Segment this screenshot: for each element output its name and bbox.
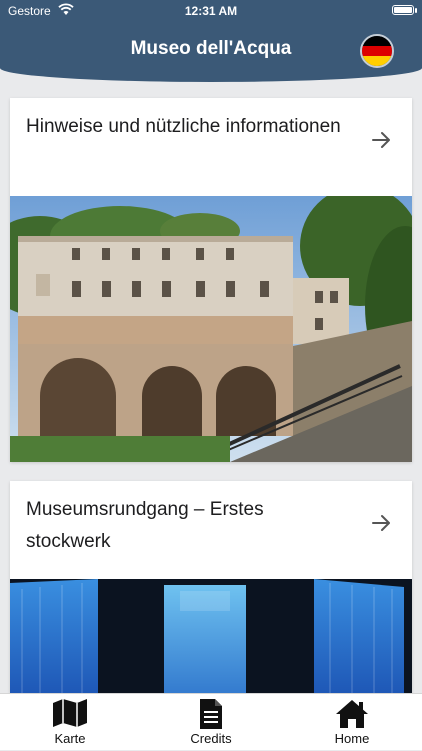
- tab-label: Credits: [190, 731, 232, 746]
- document-icon: [200, 699, 222, 729]
- tab-credits[interactable]: Credits: [141, 694, 281, 751]
- tab-bar: Karte Credits Home: [0, 693, 422, 750]
- tab-label: Home: [334, 731, 370, 746]
- german-flag-icon[interactable]: [360, 34, 394, 68]
- home-icon: [336, 700, 368, 728]
- map-icon: [53, 699, 87, 727]
- arrow-right-icon: [372, 515, 390, 531]
- nav-bar: Museo dell'Acqua: [0, 22, 422, 82]
- arrow-right-icon: [372, 132, 390, 148]
- page-title: Museo dell'Acqua: [130, 38, 292, 59]
- card-title: Hinweise und nützliche informationen: [26, 116, 341, 137]
- tab-karte[interactable]: Karte: [0, 694, 140, 751]
- exhibition-room-photo: [10, 579, 412, 693]
- clock: 12:31 AM: [184, 4, 238, 18]
- status-bar: Gestore 12:31 AM: [0, 0, 422, 22]
- battery-icon: [392, 5, 417, 15]
- card-title: Museumsrundgang – Erstes stockwerk: [26, 499, 264, 552]
- card-list: Hinweise und nützliche informationen Mus…: [0, 86, 422, 693]
- museum-building-photo: [10, 196, 412, 462]
- tab-label: Karte: [54, 731, 86, 746]
- tab-home[interactable]: Home: [282, 694, 422, 751]
- card-tour[interactable]: Museumsrundgang – Erstes stockwerk: [10, 481, 412, 693]
- card-info[interactable]: Hinweise und nützliche informationen: [10, 98, 412, 462]
